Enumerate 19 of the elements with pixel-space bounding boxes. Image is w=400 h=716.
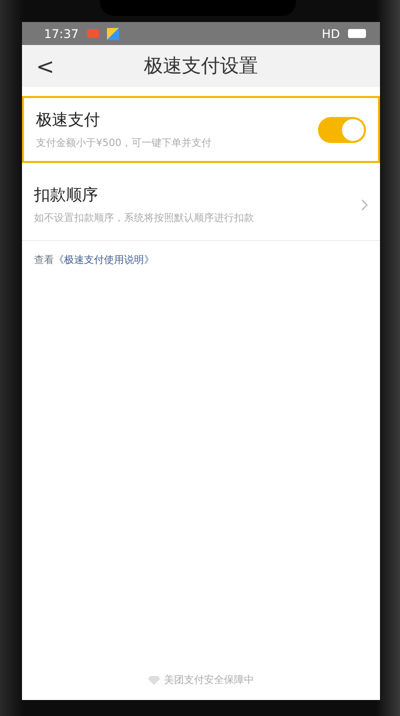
- settings-row[interactable]: 极速支付 支付金额小于¥500，可一键下单并支付: [22, 96, 380, 163]
- setting-title: 极速支付: [36, 109, 101, 131]
- record-icon: [86, 29, 99, 38]
- app-icon: [106, 28, 119, 40]
- setting-title: 扣款顺序: [34, 184, 99, 206]
- setting-subtitle: 支付金额小于¥500，可一键下单并支付: [36, 136, 212, 151]
- help-prefix: 查看: [34, 255, 54, 266]
- back-button[interactable]: <: [32, 51, 58, 84]
- diamond-icon: [148, 676, 160, 685]
- network-label: HD: [322, 26, 340, 42]
- battery-icon: [348, 29, 366, 38]
- page-title: 极速支付设置: [144, 54, 258, 79]
- clock: 17:37: [44, 26, 79, 42]
- toggle-switch[interactable]: [318, 116, 366, 142]
- help-link[interactable]: 《极速支付使用说明》: [54, 255, 154, 266]
- chevron-right-icon: [361, 198, 368, 210]
- setting-subtitle: 如不设置扣款顺序，系统将按照默认顺序进行扣款: [34, 212, 255, 226]
- settings-row[interactable]: 扣款顺序 如不设置扣款顺序，系统将按照默认顺序进行扣款: [22, 163, 380, 241]
- security-note: 美团支付安全保障中: [164, 674, 254, 688]
